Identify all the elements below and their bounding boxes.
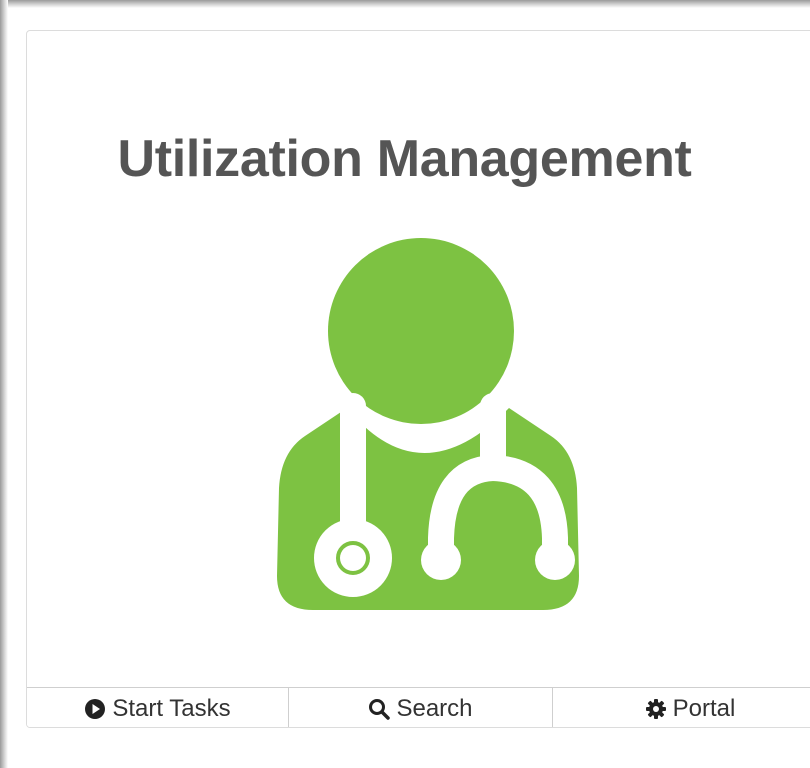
search-icon [369, 699, 391, 720]
search-button[interactable]: Search [289, 688, 553, 727]
play-circle-icon [85, 699, 106, 719]
portal-button[interactable]: Portal [553, 688, 810, 727]
window-shadow-top [0, 0, 810, 8]
card-footer: Start Tasks Search Portal [27, 687, 810, 727]
window: Utilization Management Start Tasks Searc… [0, 0, 810, 768]
gear-icon [645, 699, 666, 719]
utilization-management-card: Utilization Management Start Tasks Searc… [26, 30, 810, 728]
start-tasks-button[interactable]: Start Tasks [27, 688, 289, 727]
portal-label: Portal [672, 695, 736, 722]
card-title: Utilization Management [117, 130, 692, 188]
window-shadow-left [0, 0, 8, 768]
doctor-stethoscope-icon [277, 238, 579, 610]
search-label: Search [396, 695, 473, 722]
start-tasks-label: Start Tasks [112, 695, 231, 722]
